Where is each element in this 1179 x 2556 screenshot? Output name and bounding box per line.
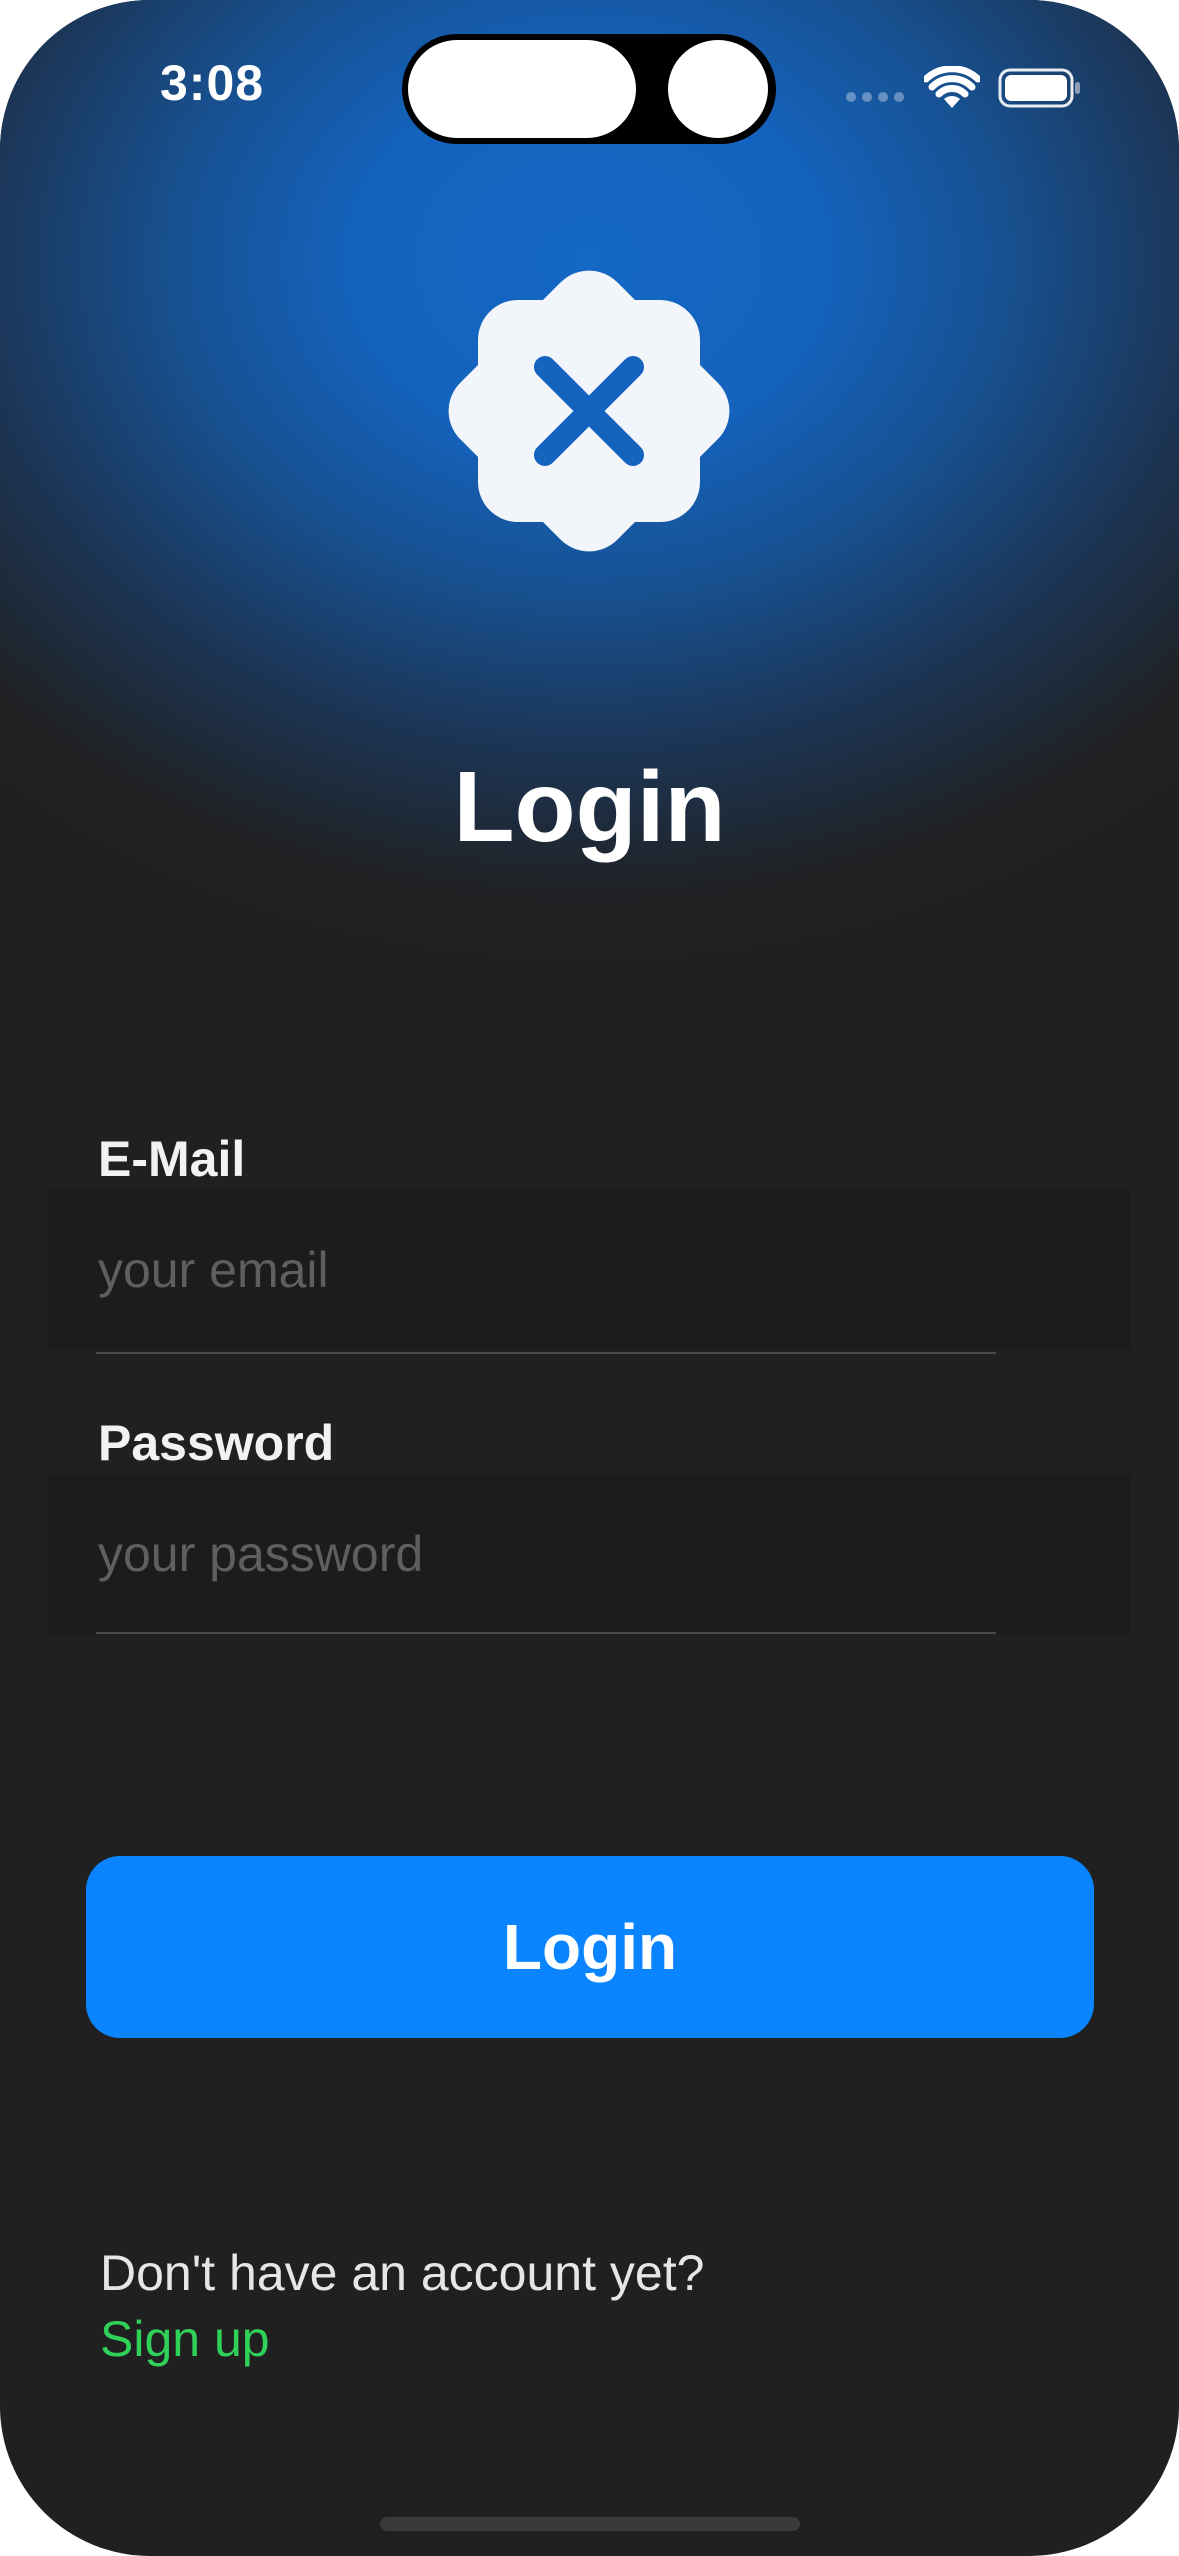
status-time: 3:08 (160, 55, 265, 111)
island-pill (408, 40, 636, 138)
password-field[interactable] (98, 1474, 1038, 1634)
login-button[interactable]: Login (86, 1856, 1094, 2038)
signup-link[interactable]: Sign up (100, 2310, 270, 2368)
home-indicator[interactable] (380, 2517, 800, 2531)
email-underline (96, 1352, 996, 1354)
email-field-container (48, 1190, 1130, 1350)
phone-screen: 3:08 Login E-Mail Password Login Don't h… (0, 0, 1179, 2556)
cellular-signal-icon (846, 92, 904, 102)
password-field-container (48, 1474, 1130, 1634)
dynamic-island (402, 34, 776, 144)
email-field[interactable] (98, 1190, 1038, 1350)
password-underline (96, 1632, 996, 1634)
email-label: E-Mail (98, 1131, 246, 1187)
signup-prompt: Don't have an account yet? (100, 2245, 705, 2301)
page-title: Login (453, 751, 726, 863)
wifi-icon (924, 66, 980, 108)
battery-icon (998, 68, 1080, 108)
password-label: Password (98, 1415, 335, 1471)
x-badge-icon (448, 270, 730, 552)
island-dot (668, 40, 768, 138)
